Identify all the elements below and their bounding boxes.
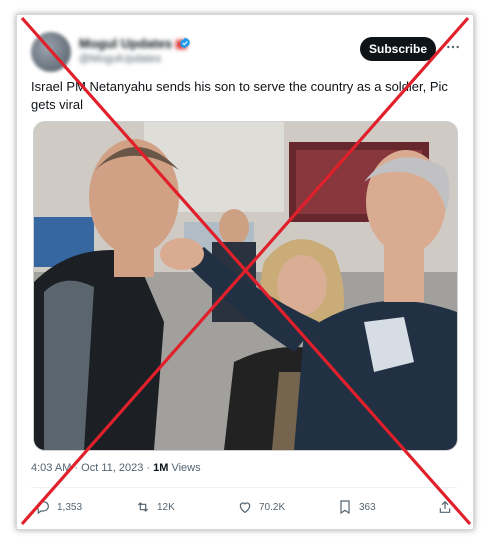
author-handle[interactable]: @MogulUpdates — [79, 53, 161, 65]
reply-icon — [37, 501, 49, 515]
tweet-meta: 4:03 AM · Oct 11, 2023 · 1M Views — [31, 462, 201, 474]
retweet-count: 12K — [157, 501, 175, 513]
reply-count: 1,353 — [57, 501, 83, 513]
tweet-header: Mogul Updates @MogulUpdates Subscribe — [17, 15, 473, 75]
like-icon — [239, 502, 251, 514]
tweet-card: Mogul Updates @MogulUpdates Subscribe Is… — [16, 14, 474, 530]
share-icon — [439, 500, 451, 513]
author-name[interactable]: Mogul Updates — [79, 36, 188, 51]
reply-button[interactable]: 1,353 — [35, 499, 82, 515]
retweet-button[interactable]: 12K — [135, 499, 175, 515]
tweet-photo[interactable] — [33, 121, 458, 451]
divider — [31, 487, 457, 488]
share-button[interactable] — [437, 499, 453, 515]
like-count: 70.2K — [259, 501, 286, 513]
avatar[interactable] — [31, 32, 71, 72]
bookmark-icon — [340, 500, 350, 515]
tweet-time[interactable]: 4:03 AM — [31, 462, 71, 474]
bookmark-button[interactable]: 363 — [337, 499, 376, 515]
meta-separator: · — [74, 462, 79, 474]
tweet-date[interactable]: Oct 11, 2023 — [81, 462, 143, 474]
views-count: 1M — [153, 462, 169, 474]
author-name-text: Mogul Updates — [79, 36, 173, 51]
bookmark-count: 363 — [359, 501, 376, 513]
retweet-icon — [137, 502, 149, 512]
tweet-text: Israel PM Netanyahu sends his son to ser… — [31, 79, 448, 112]
action-bar: 1,353 12K 70.2K 363 — [17, 493, 473, 523]
photo-illustration — [34, 122, 457, 450]
meta-separator: · — [146, 462, 151, 474]
subscribe-button[interactable]: Subscribe — [360, 37, 436, 61]
views-label: Views — [171, 462, 201, 474]
more-options-icon[interactable] — [445, 39, 461, 55]
like-button[interactable]: 70.2K — [237, 499, 285, 515]
verified-badge-icon — [180, 37, 190, 49]
